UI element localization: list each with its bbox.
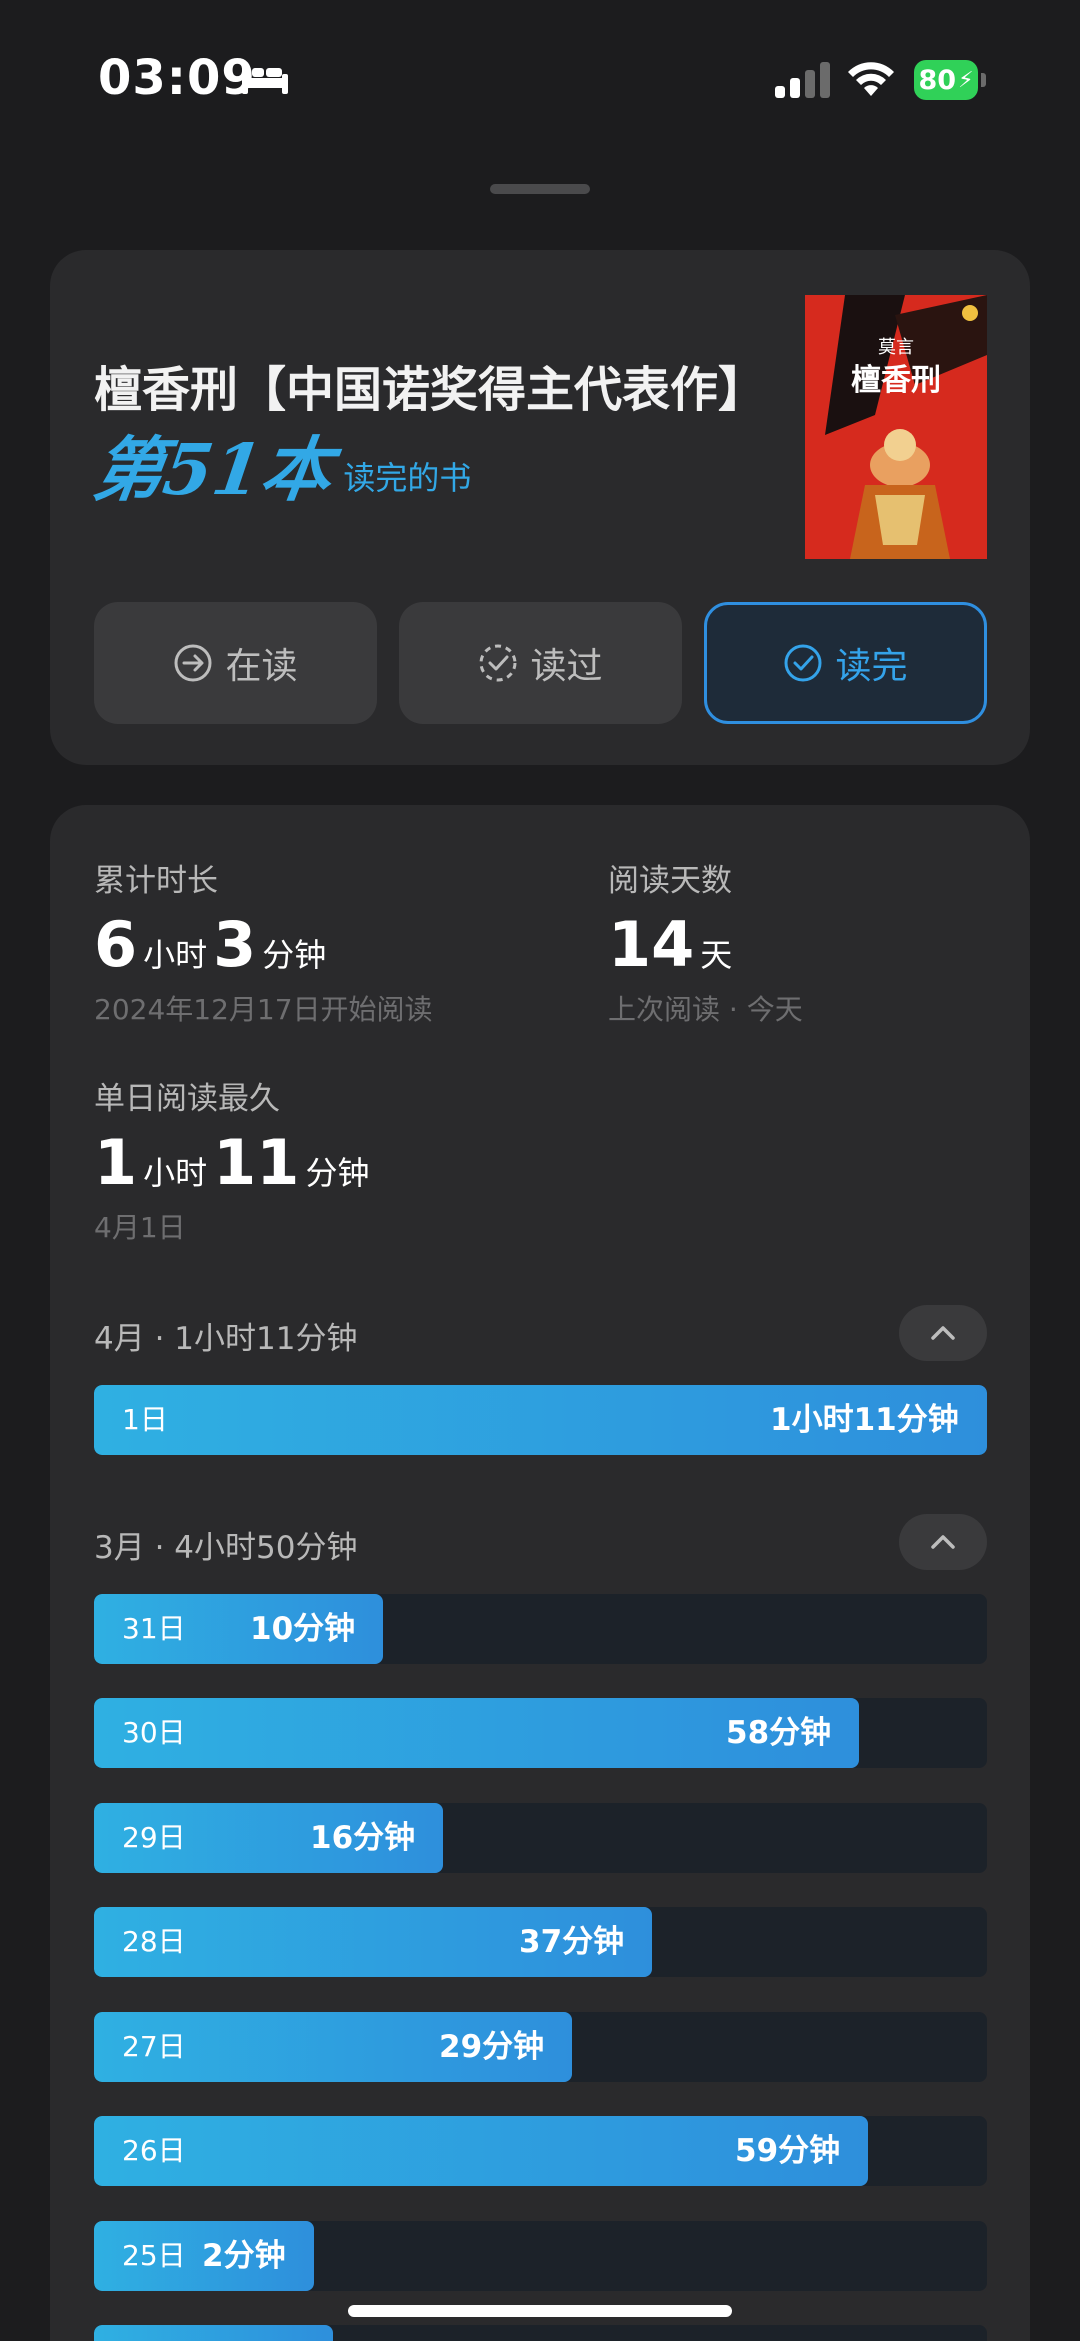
minutes-unit: 分钟: [262, 936, 327, 974]
longest-day-stat: 单日阅读最久 1 小时 11 分钟 4月1日: [94, 1073, 375, 1246]
duration-label: 2分钟: [202, 2238, 286, 2274]
month-header-march: 3月 · 4小时50分钟: [94, 1514, 987, 1570]
day-bar: 30日 58分钟: [94, 1698, 987, 1768]
day-bar: 28日 37分钟: [94, 1907, 987, 1977]
day-bar: 29日 16分钟: [94, 1803, 987, 1873]
stat-label: 累计时长: [94, 863, 218, 899]
total-hours: 6: [94, 908, 138, 981]
book-card: 檀香刑【中国诺奖得主代表作】 第51本 读完的书 莫言 檀香刑 在读 读过 读完: [50, 250, 1030, 765]
reading-days-stat: 阅读天数 14 天 上次阅读 · 今天: [608, 855, 803, 1028]
battery-indicator: 80 ⚡: [914, 60, 986, 100]
status-button-reading[interactable]: 在读: [94, 602, 377, 724]
collapse-button[interactable]: [899, 1305, 987, 1361]
stat-label: 阅读天数: [608, 863, 732, 899]
battery-level: 80: [918, 64, 957, 96]
chevron-up-icon: [931, 1326, 955, 1340]
book-title: 檀香刑【中国诺奖得主代表作】: [94, 362, 767, 418]
month-label: 3月 · 4小时50分钟: [94, 1530, 358, 1566]
days-unit: 天: [700, 936, 733, 974]
book-cover[interactable]: 莫言 檀香刑: [805, 295, 987, 559]
day-label: 28日: [122, 1925, 186, 1958]
day-label: 27日: [122, 2030, 186, 2063]
dashed-check-circle-icon: [479, 644, 517, 682]
last-read: 上次阅读 · 今天: [608, 993, 803, 1026]
minutes-unit: 分钟: [305, 1154, 370, 1192]
day-label: 25日: [122, 2239, 186, 2272]
reading-stats-card: 累计时长 6 小时 3 分钟 2024年12月17日开始阅读 阅读天数 14 天…: [50, 805, 1030, 2341]
sheet-drag-handle[interactable]: [490, 184, 590, 194]
status-button-finished[interactable]: 读完: [704, 602, 987, 724]
rank-number: 第51本: [88, 428, 338, 511]
stat-label: 单日阅读最久: [94, 1081, 280, 1117]
start-date: 2024年12月17日开始阅读: [94, 993, 433, 1026]
hours-unit: 小时: [143, 1154, 208, 1192]
sleep-focus-icon: [242, 64, 288, 94]
duration-label: 29分钟: [439, 2029, 545, 2065]
status-button-label: 读完: [835, 646, 908, 687]
day-label: 1日: [122, 1403, 168, 1436]
day-bar: 1日 1小时11分钟: [94, 1385, 987, 1455]
check-circle-icon: [784, 644, 822, 682]
month-header-april: 4月 · 1小时11分钟: [94, 1305, 987, 1361]
day-label: 29日: [122, 1821, 186, 1854]
duration-label: 10分钟: [250, 1611, 356, 1647]
day-label: 31日: [122, 1612, 186, 1645]
chevron-up-icon: [931, 1535, 955, 1549]
month-label: 4月 · 1小时11分钟: [94, 1321, 358, 1357]
status-button-label: 读过: [530, 646, 603, 687]
cellular-signal-icon: [775, 62, 830, 98]
status-bar: 03:09 80 ⚡: [0, 0, 1080, 160]
duration-label: 58分钟: [726, 1715, 832, 1751]
day-bar: 31日 10分钟: [94, 1594, 987, 1664]
status-button-read[interactable]: 读过: [399, 602, 682, 724]
day-bar: 25日 2分钟: [94, 2221, 987, 2291]
longest-hours: 1: [94, 1126, 138, 1199]
day-bar: [94, 2325, 987, 2341]
day-label: 26日: [122, 2134, 186, 2167]
wifi-icon: [848, 62, 894, 96]
day-bar: 27日 29分钟: [94, 2012, 987, 2082]
finished-rank: 第51本 读完的书: [88, 428, 472, 511]
home-indicator[interactable]: [348, 2305, 732, 2317]
duration-label: 37分钟: [519, 1924, 625, 1960]
longest-date: 4月1日: [94, 1211, 186, 1244]
days-value: 14: [608, 908, 695, 981]
cover-title: 檀香刑: [851, 363, 941, 398]
status-time: 03:09: [98, 50, 256, 106]
status-button-label: 在读: [225, 646, 298, 687]
longest-minutes: 11: [213, 1126, 300, 1199]
total-minutes: 3: [213, 908, 257, 981]
hours-unit: 小时: [143, 936, 208, 974]
duration-label: 1小时11分钟: [770, 1402, 959, 1438]
duration-label: 16分钟: [310, 1820, 416, 1856]
day-label: 30日: [122, 1716, 186, 1749]
total-duration-stat: 累计时长 6 小时 3 分钟 2024年12月17日开始阅读: [94, 855, 433, 1028]
arrow-circle-icon: [174, 644, 212, 682]
rank-label: 读完的书: [343, 459, 472, 497]
day-bar-fill: [94, 2325, 333, 2341]
collapse-button[interactable]: [899, 1514, 987, 1570]
day-bar: 26日 59分钟: [94, 2116, 987, 2186]
duration-label: 59分钟: [735, 2133, 841, 2169]
